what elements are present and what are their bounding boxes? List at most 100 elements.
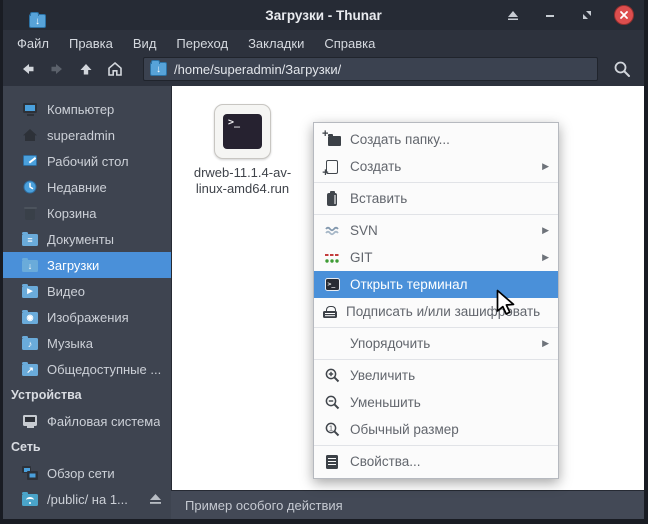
menu-separator xyxy=(314,359,558,360)
menu-item-zoom-in[interactable]: Увеличить xyxy=(314,362,558,389)
music-folder-icon xyxy=(22,335,38,350)
menu-separator xyxy=(314,214,558,215)
sidebar-item-recent[interactable]: Недавние xyxy=(3,174,171,200)
svg-text:1: 1 xyxy=(328,424,332,433)
no-icon xyxy=(323,335,341,352)
menu-item-zoom-original[interactable]: 1 Обычный размер xyxy=(314,416,558,443)
trash-icon xyxy=(22,205,38,221)
submenu-arrow-icon xyxy=(542,161,549,172)
recent-clock-icon xyxy=(22,179,38,195)
up-arrow-icon xyxy=(80,64,91,75)
sidebar-item-desktop[interactable]: Рабочий стол xyxy=(3,148,171,174)
statusbar: Пример особого действия xyxy=(171,490,644,519)
up-button[interactable] xyxy=(71,57,100,81)
menu-separator xyxy=(314,445,558,446)
forward-button[interactable] xyxy=(42,57,71,81)
status-text: Пример особого действия xyxy=(185,497,343,513)
menu-item-create-new[interactable]: Создать xyxy=(314,153,558,180)
zoom-original-icon: 1 xyxy=(323,421,341,438)
sidebar-item-documents[interactable]: Документы xyxy=(3,226,171,252)
sidebar-item-public[interactable]: Общедоступные ... xyxy=(3,356,171,382)
menu-view[interactable]: Вид xyxy=(123,33,167,54)
sidebar-header-network: Сеть xyxy=(11,440,41,454)
svn-icon xyxy=(323,222,341,239)
menu-item-svn[interactable]: SVN xyxy=(314,217,558,244)
network-browse-icon xyxy=(22,465,38,481)
menu-item-open-terminal[interactable]: Открыть терминал xyxy=(314,271,558,298)
home-icon xyxy=(107,61,122,76)
menu-item-arrange[interactable]: Упорядочить xyxy=(314,330,558,357)
properties-icon xyxy=(323,453,341,470)
sidebar-item-home[interactable]: superadmin xyxy=(3,122,171,148)
sign-encrypt-icon xyxy=(323,305,337,319)
minimize-button[interactable] xyxy=(540,5,560,25)
git-icon xyxy=(323,249,341,266)
home-button[interactable] xyxy=(100,57,129,81)
sidebar-item-pictures[interactable]: Изображения xyxy=(3,304,171,330)
eject-button[interactable] xyxy=(149,493,162,505)
menu-edit[interactable]: Правка xyxy=(59,33,123,54)
context-menu: Создать папку... Создать Вставить SVN GI… xyxy=(313,122,559,479)
menu-separator xyxy=(314,327,558,328)
forward-arrow-icon xyxy=(51,64,62,74)
path-field[interactable]: /home/superadmin/Загрузки/ xyxy=(143,57,598,81)
sidebar-item-downloads[interactable]: Загрузки xyxy=(3,252,171,278)
pictures-folder-icon xyxy=(22,309,38,324)
menu-item-paste[interactable]: Вставить xyxy=(314,185,558,212)
menu-item-zoom-out[interactable]: Уменьшить xyxy=(314,389,558,416)
home-icon xyxy=(22,127,38,143)
sidebar: Места Компьютер superadmin Рабочий стол … xyxy=(3,86,171,519)
file-item[interactable]: drweb-11.1.4-av- linux-amd64.run xyxy=(180,104,305,197)
sidebar-header-devices: Устройства xyxy=(11,388,82,402)
path-folder-icon xyxy=(150,60,167,76)
menu-item-git[interactable]: GIT xyxy=(314,244,558,271)
menu-item-sign-encrypt[interactable]: Подписать и/или зашифровать xyxy=(314,298,558,325)
new-document-icon xyxy=(322,158,341,179)
filesystem-icon xyxy=(22,413,38,429)
terminal-icon xyxy=(323,276,341,293)
search-button[interactable] xyxy=(608,56,636,82)
sidebar-item-music[interactable]: Музыка xyxy=(3,330,171,356)
remote-share-icon xyxy=(22,491,38,506)
sidebar-item-computer[interactable]: Компьютер xyxy=(3,96,171,122)
menu-bookmarks[interactable]: Закладки xyxy=(238,33,314,54)
submenu-arrow-icon xyxy=(542,338,549,349)
zoom-out-icon xyxy=(323,394,341,411)
search-icon xyxy=(614,61,630,77)
path-text: /home/superadmin/Загрузки/ xyxy=(174,61,342,77)
sidebar-header-places: Места xyxy=(3,86,171,96)
sidebar-item-filesystem[interactable]: Файловая система xyxy=(3,408,171,434)
sidebar-item-trash[interactable]: Корзина xyxy=(3,200,171,226)
restore-button[interactable] xyxy=(577,5,597,25)
shade-window-button[interactable] xyxy=(503,5,523,25)
menu-help[interactable]: Справка xyxy=(314,33,385,54)
menu-item-create-folder[interactable]: Создать папку... xyxy=(314,126,558,153)
menu-separator xyxy=(314,182,558,183)
sidebar-item-videos[interactable]: Видео xyxy=(3,278,171,304)
close-button[interactable] xyxy=(614,5,634,25)
downloads-folder-icon xyxy=(22,257,38,272)
menu-go[interactable]: Переход xyxy=(166,33,238,54)
toolbar: /home/superadmin/Загрузки/ xyxy=(3,56,644,86)
back-arrow-icon xyxy=(22,64,33,74)
file-name: drweb-11.1.4-av- linux-amd64.run xyxy=(193,165,292,196)
computer-icon xyxy=(22,101,38,117)
desktop-icon xyxy=(22,153,38,169)
paste-icon xyxy=(323,190,341,207)
titlebar[interactable]: Загрузки - Thunar xyxy=(3,0,644,30)
new-folder-icon xyxy=(322,128,341,148)
videos-folder-icon xyxy=(22,283,38,298)
sidebar-item-remote-share[interactable]: /public/ на 1... xyxy=(3,486,171,512)
terminal-run-file-icon xyxy=(214,104,271,159)
menu-file[interactable]: Файл xyxy=(7,33,59,54)
zoom-in-icon xyxy=(323,367,341,384)
menubar: Файл Правка Вид Переход Закладки Справка xyxy=(3,30,644,56)
submenu-arrow-icon xyxy=(542,252,549,263)
public-folder-icon xyxy=(22,361,38,376)
eject-icon xyxy=(150,494,161,504)
sidebar-item-network-browse[interactable]: Обзор сети xyxy=(3,460,171,486)
back-button[interactable] xyxy=(13,57,42,81)
menu-item-properties[interactable]: Свойства... xyxy=(314,448,558,475)
thunar-window: Загрузки - Thunar Файл Правка Вид Перехо… xyxy=(0,0,648,524)
submenu-arrow-icon xyxy=(542,225,549,236)
